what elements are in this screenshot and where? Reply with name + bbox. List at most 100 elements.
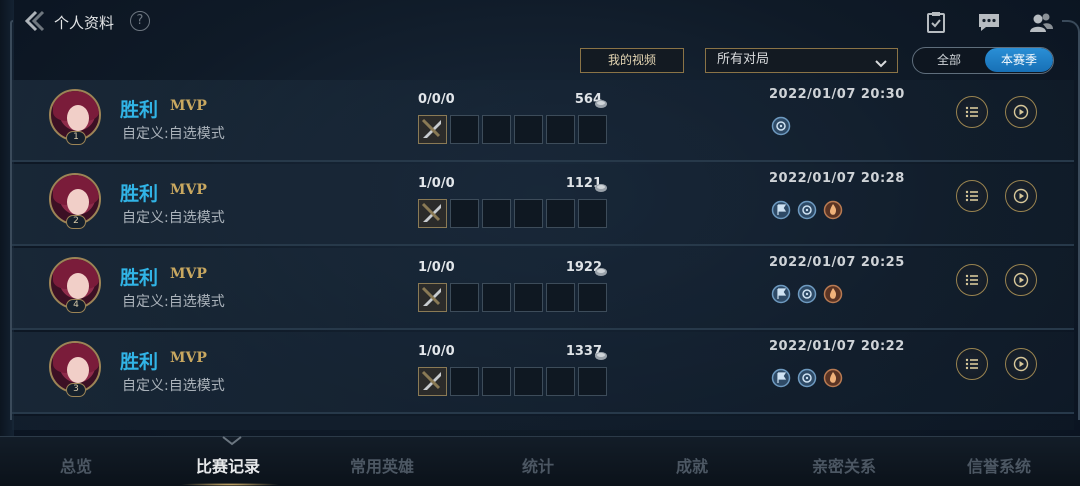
kda: 1/0/0	[418, 344, 455, 359]
match-datetime: 2022/01/07 20:30	[769, 87, 905, 102]
mvp-label: MVP	[170, 266, 207, 282]
game-mode: 自定义:自选模式	[122, 294, 225, 310]
item-slot[interactable]	[578, 199, 607, 228]
kda: 1/0/0	[418, 176, 455, 191]
position-badge: 3	[66, 383, 86, 397]
game-mode: 自定义:自选模式	[122, 126, 225, 142]
item-slot[interactable]	[578, 115, 607, 144]
medal-list	[771, 368, 843, 388]
coin-icon	[594, 178, 608, 192]
item-slot[interactable]	[418, 115, 447, 144]
flag-medal-icon	[771, 284, 791, 304]
item-slots	[418, 199, 607, 228]
friends-icon[interactable]	[1028, 10, 1054, 34]
item-slot[interactable]	[514, 283, 543, 312]
match-result: 胜利	[120, 351, 159, 373]
tab-favorite-heroes[interactable]: 常用英雄	[350, 453, 414, 477]
item-slot[interactable]	[514, 199, 543, 228]
back-icon[interactable]	[22, 10, 46, 32]
match-result: 胜利	[120, 267, 159, 289]
target-medal-icon	[797, 200, 817, 220]
target-medal-icon	[797, 368, 817, 388]
row-divider	[12, 160, 1074, 162]
match-row-partial[interactable]	[12, 416, 1074, 430]
target-medal-icon	[771, 116, 791, 136]
tab-relationships[interactable]: 亲密关系	[812, 453, 876, 477]
game-mode: 自定义:自选模式	[122, 210, 225, 226]
tab-credit-system[interactable]: 信誉系统	[967, 453, 1031, 477]
game-mode: 自定义:自选模式	[122, 378, 225, 394]
tab-match-history[interactable]: 比赛记录	[196, 453, 260, 477]
position-badge: 4	[66, 299, 86, 313]
help-icon[interactable]: ?	[130, 11, 150, 31]
row-divider	[12, 244, 1074, 246]
item-slot[interactable]	[482, 283, 511, 312]
item-slot[interactable]	[546, 115, 575, 144]
match-result: 胜利	[120, 99, 159, 121]
toggle-all[interactable]: 全部	[913, 48, 985, 72]
mvp-label: MVP	[170, 182, 207, 198]
replay-button[interactable]	[1005, 348, 1037, 380]
match-row[interactable]: 4 胜利 MVP 自定义:自选模式 1/0/0 1922 2022/01/07 …	[12, 248, 1074, 330]
medal-list	[771, 284, 843, 304]
item-slot[interactable]	[450, 199, 479, 228]
score-value: 1121	[565, 176, 602, 191]
item-slot[interactable]	[546, 367, 575, 396]
target-medal-icon	[797, 284, 817, 304]
item-slot[interactable]	[482, 367, 511, 396]
item-slot[interactable]	[514, 115, 543, 144]
match-filter-select[interactable]: 所有对局	[705, 48, 898, 73]
mvp-label: MVP	[170, 350, 207, 366]
item-slot[interactable]	[578, 367, 607, 396]
item-slot[interactable]	[482, 115, 511, 144]
position-badge: 2	[66, 215, 86, 229]
match-details-button[interactable]	[956, 96, 988, 128]
item-slot[interactable]	[514, 367, 543, 396]
match-list: 1 胜利 MVP 自定义:自选模式 0/0/0 564 2022/01/07 2…	[12, 80, 1074, 430]
item-slot[interactable]	[578, 283, 607, 312]
match-details-button[interactable]	[956, 348, 988, 380]
row-divider	[12, 328, 1074, 330]
my-videos-button[interactable]: 我的视频	[580, 48, 684, 73]
chat-icon[interactable]	[976, 10, 1002, 34]
replay-button[interactable]	[1005, 264, 1037, 296]
coin-icon	[594, 346, 608, 360]
tab-achievements[interactable]: 成就	[676, 453, 708, 477]
toggle-current-season[interactable]: 本赛季	[985, 48, 1053, 72]
item-slot[interactable]	[450, 283, 479, 312]
match-details-button[interactable]	[956, 264, 988, 296]
tab-statistics[interactable]: 统计	[522, 453, 554, 477]
item-slot[interactable]	[418, 283, 447, 312]
item-slot[interactable]	[546, 199, 575, 228]
item-slot[interactable]	[450, 367, 479, 396]
flag-medal-icon	[771, 368, 791, 388]
tab-overview[interactable]: 总览	[60, 453, 92, 477]
match-row[interactable]: 2 胜利 MVP 自定义:自选模式 1/0/0 1121 2022/01/07 …	[12, 164, 1074, 246]
item-slot[interactable]	[418, 367, 447, 396]
item-slot[interactable]	[418, 199, 447, 228]
match-row[interactable]: 1 胜利 MVP 自定义:自选模式 0/0/0 564 2022/01/07 2…	[12, 80, 1074, 162]
match-datetime: 2022/01/07 20:28	[769, 171, 905, 186]
match-row[interactable]: 3 胜利 MVP 自定义:自选模式 1/0/0 1337 2022/01/07 …	[12, 332, 1074, 414]
replay-button[interactable]	[1005, 96, 1037, 128]
kda: 1/0/0	[418, 260, 455, 275]
score-value: 1922	[565, 260, 602, 275]
task-icon[interactable]	[924, 10, 950, 34]
item-slot[interactable]	[450, 115, 479, 144]
row-divider	[12, 412, 1074, 414]
header: 个人资料 ?	[0, 0, 1080, 44]
active-tab-caret-icon	[221, 431, 243, 446]
item-slot[interactable]	[482, 199, 511, 228]
item-slot[interactable]	[546, 283, 575, 312]
bottom-nav: 总览 比赛记录 常用英雄 统计 成就 亲密关系 信誉系统	[0, 436, 1080, 486]
match-details-button[interactable]	[956, 180, 988, 212]
coin-icon	[594, 94, 608, 108]
flame-medal-icon	[823, 368, 843, 388]
flame-medal-icon	[823, 284, 843, 304]
flag-medal-icon	[771, 200, 791, 220]
coin-icon	[594, 262, 608, 276]
position-badge: 1	[66, 131, 86, 145]
match-result: 胜利	[120, 183, 159, 205]
medal-list	[771, 116, 791, 136]
replay-button[interactable]	[1005, 180, 1037, 212]
